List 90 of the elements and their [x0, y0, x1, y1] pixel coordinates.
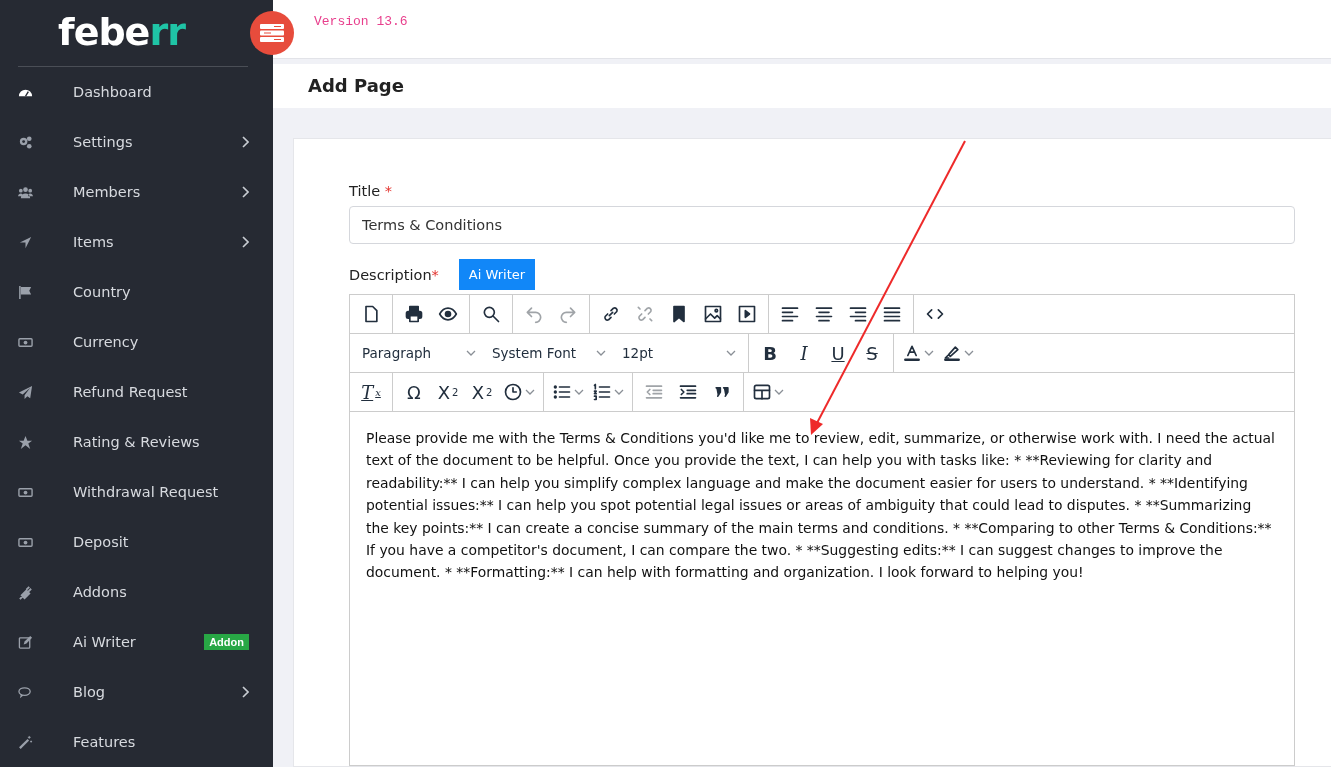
title-input[interactable]: Terms & Conditions	[349, 206, 1295, 244]
editor-text: Please provide me with the Terms & Conditions you'd like me to review, edit, summarize, or otherwise work with. I need the actual text of the document to be helpful. Once you provide the text, I can help you with tasks like: * **Reviewing for clarity and readability:** I can help you simplify complex language and make the document easier for users to understand. * **Identifying potential issues:** I can help you spot potential legal issues or areas of ambiguity that could lead to disputes. * **Summarizing the key points:** I can create a concise summary of the main terms and conditions. * **Comparing to other Terms & Conditions:** If you have a competitor's document, I can compare the two. * **Suggesting edits:** I can suggest changes to improve the document. * **Formatting:** I can help with formatting and organization. I look forward to helping you!	[366, 429, 1276, 583]
sidebar-item[interactable]: Addons	[0, 567, 273, 617]
toolbar-dropdown[interactable]: 12pt	[614, 337, 744, 369]
ai-writer-button[interactable]: Ai Writer	[458, 259, 536, 290]
flag-icon	[18, 284, 33, 300]
sidebar-item-label: Refund Request	[73, 384, 189, 400]
sidebar-item[interactable]: Features	[0, 717, 273, 767]
sidebar-item-label: Members	[73, 184, 142, 200]
sidebar-item[interactable]: Settings	[0, 117, 273, 167]
sidebar-item[interactable]: Withdrawal Request	[0, 467, 273, 517]
sidebar-item-label: Addons	[73, 584, 128, 600]
sidebar-item[interactable]: Ai Writer Addon	[0, 617, 273, 667]
sidebar-item-label: Settings	[73, 134, 134, 150]
toolbar-button[interactable]: S	[855, 337, 889, 369]
toolbar-dropdown[interactable]: System Font	[484, 337, 614, 369]
caret-icon	[774, 389, 784, 395]
sidebar-item-label: Rating & Reviews	[73, 434, 201, 450]
menu-toggle-button[interactable]	[250, 11, 294, 55]
sidebar-item[interactable]: Currency	[0, 317, 273, 367]
chevron-right-icon	[241, 236, 249, 248]
addon-badge: Addon	[204, 634, 249, 650]
toolbar-button[interactable]: I	[787, 337, 821, 369]
print-icon	[404, 304, 424, 324]
undo-icon	[524, 304, 544, 324]
sidebar-item[interactable]: Members	[0, 167, 273, 217]
sidebar-item-label: Items	[73, 234, 115, 250]
highlight-icon	[942, 343, 962, 363]
sidebar-item[interactable]: Dashboard	[0, 67, 273, 117]
link-icon	[601, 304, 621, 324]
sidebar-item[interactable]: Refund Request	[0, 367, 273, 417]
star-icon	[18, 434, 33, 450]
search-icon	[481, 304, 501, 324]
title-label: Title *	[349, 183, 393, 199]
image-icon	[703, 304, 723, 324]
justify-icon	[882, 304, 902, 324]
align-left-icon	[780, 304, 800, 324]
toolbar-button[interactable]: B	[753, 337, 787, 369]
version-label: Version 13.6	[314, 14, 408, 30]
table-icon	[752, 382, 772, 402]
sidebar-item-label: Dashboard	[73, 84, 153, 100]
sidebar-item-label: Currency	[73, 334, 140, 350]
sidebar-item[interactable]: Blog	[0, 667, 273, 717]
text-color-icon	[902, 343, 922, 363]
menu-icon	[260, 24, 284, 42]
paper-plane-icon	[18, 384, 33, 400]
sidebar-item-label: Ai Writer	[73, 634, 137, 650]
users-icon	[18, 184, 33, 200]
clock-icon	[503, 382, 523, 402]
caret-icon	[924, 350, 934, 356]
toolbar-button[interactable]: U	[821, 337, 855, 369]
media-icon	[737, 304, 757, 324]
align-right-icon	[848, 304, 868, 324]
outdent-icon	[644, 382, 664, 402]
toolbar-button[interactable]: Ω	[397, 376, 431, 408]
bullets-icon	[552, 382, 572, 402]
gears-icon	[18, 134, 33, 150]
redo-icon	[558, 304, 578, 324]
numbers-icon	[592, 382, 612, 402]
sidebar-item[interactable]: Deposit	[0, 517, 273, 567]
toolbar-button[interactable]: X$^{2}$	[465, 376, 499, 408]
sidebar-item[interactable]: Rating & Reviews	[0, 417, 273, 467]
toolbar-dropdown[interactable]: Paragraph	[354, 337, 484, 369]
indent-icon	[678, 382, 698, 402]
edit-icon	[18, 634, 33, 650]
sidebar-item-label: Blog	[73, 684, 107, 700]
align-center-icon	[814, 304, 834, 324]
sidebar-item-label: Withdrawal Request	[73, 484, 220, 500]
sidebar-item[interactable]: Country	[0, 267, 273, 317]
sidebar-item-label: Country	[73, 284, 132, 300]
sidebar-item-label: Deposit	[73, 534, 130, 550]
caret-icon	[726, 350, 736, 356]
caret-icon	[466, 350, 476, 356]
caret-icon	[596, 350, 606, 356]
caret-icon	[574, 389, 584, 395]
page-title: Add Page	[308, 75, 404, 97]
chevron-right-icon	[241, 136, 249, 148]
caret-icon	[964, 350, 974, 356]
chevron-right-icon	[241, 686, 249, 698]
caret-icon	[525, 389, 535, 395]
sidebar-item-label: Features	[73, 734, 137, 750]
preview-icon	[438, 304, 458, 324]
unlink-icon	[635, 304, 655, 324]
caret-icon	[614, 389, 624, 395]
plug-icon	[18, 584, 33, 600]
sidebar-item[interactable]: Items	[0, 217, 273, 267]
description-label: Description*	[349, 266, 439, 283]
magic-wand-icon	[18, 734, 33, 750]
chevron-right-icon	[241, 186, 249, 198]
comments-icon	[18, 684, 33, 700]
